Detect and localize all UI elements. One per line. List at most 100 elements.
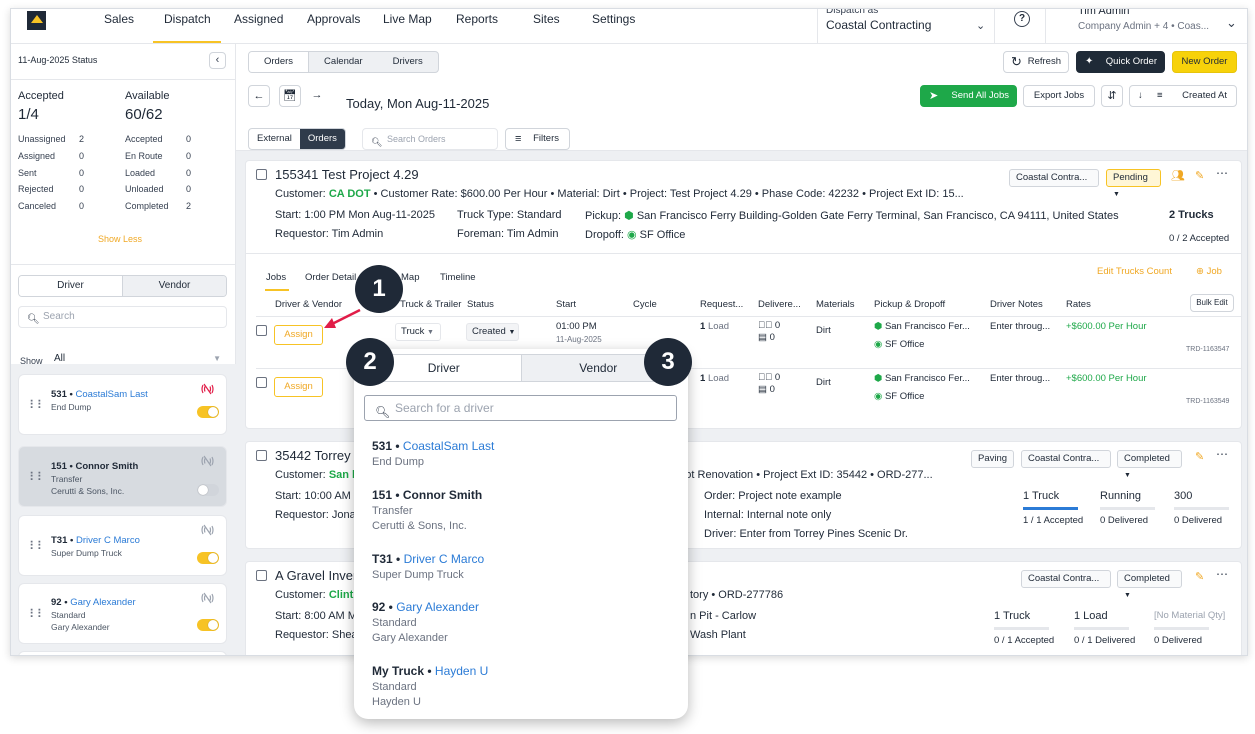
order-title[interactable]: 155341 Test Project 4.29 [275, 167, 419, 182]
tab-jobs[interactable]: Jobs [266, 272, 286, 283]
order-checkbox[interactable] [256, 450, 267, 461]
help-icon[interactable]: ? [1014, 11, 1030, 27]
driver-option[interactable]: 92 • Gary Alexander Standard Gary Alexan… [372, 600, 479, 644]
nav-approvals[interactable]: Approvals [307, 12, 360, 26]
logo-icon[interactable] [27, 11, 46, 30]
edit-trucks-count-link[interactable]: Edit Trucks Count [1097, 266, 1172, 277]
driver-option[interactable]: My Truck • Hayden U Standard Hayden U [372, 664, 488, 708]
more-options-icon[interactable]: ⋯ [1216, 567, 1229, 581]
assign-driver-button[interactable]: Assign [274, 325, 323, 345]
driver-option[interactable]: 151 • Connor Smith Transfer Cerutti & So… [372, 488, 482, 532]
order-status-dropdown[interactable]: Completed ▼ [1117, 570, 1182, 599]
pickup-address[interactable]: San Francisco Ferry Building-Golden Gate… [637, 210, 1119, 222]
assign-driver-button[interactable]: Assign [274, 377, 323, 397]
job-dropoff[interactable]: ◉ SF Office [874, 391, 924, 402]
nav-assigned[interactable]: Assigned [234, 12, 283, 26]
more-options-icon[interactable]: ⋯ [1216, 447, 1229, 461]
bulk-edit-button[interactable]: Bulk Edit [1190, 294, 1234, 312]
driver-search-input[interactable]: 🔍︎ Search [18, 306, 227, 328]
driver-card[interactable]: ⠇⠇ T31 • Driver C Marco Super Dump Truck [18, 515, 227, 576]
nav-dispatch[interactable]: Dispatch [164, 12, 211, 26]
drag-handle-icon[interactable]: ⠇⠇ [29, 607, 46, 621]
refresh-button[interactable]: ↻ Refresh [1003, 51, 1069, 73]
collapse-sidebar-button[interactable]: ‹ [209, 52, 226, 69]
order-checkbox[interactable] [256, 570, 267, 581]
divider [256, 316, 1241, 317]
sort-by-button[interactable]: ↓ ≡ Created At [1129, 85, 1237, 107]
driver-card[interactable]: ⠇⠇ 151 • Connor Smith Transfer Cerutti &… [18, 446, 227, 507]
search-orders-input[interactable]: 🔍︎ Search Orders [362, 128, 498, 150]
show-less-link[interactable]: Show Less [98, 234, 142, 244]
availability-toggle[interactable] [197, 406, 219, 418]
customer-name[interactable]: San l [329, 469, 355, 481]
availability-toggle[interactable] [197, 484, 219, 496]
nav-reports[interactable]: Reports [456, 12, 498, 26]
users-icon[interactable]: 👥︎ [1171, 169, 1185, 182]
drag-handle-icon[interactable]: ⠇⠇ [29, 539, 46, 553]
filters-button[interactable]: ≡ Filters [505, 128, 570, 150]
truck-select[interactable]: Truck ▼ [395, 323, 441, 341]
order-title[interactable]: 35442 Torrey [275, 448, 351, 463]
driver-name-link[interactable]: CoastalSam Last [75, 389, 147, 400]
edit-pencil-icon[interactable]: ✎ [1195, 169, 1204, 182]
job-dropoff-name: SF Office [884, 391, 925, 402]
tab-map[interactable]: Map [401, 272, 419, 283]
add-job-button[interactable]: ⊕ Job [1196, 266, 1222, 277]
tab-external[interactable]: External [249, 129, 300, 149]
tab-orders[interactable]: Orders [249, 52, 310, 72]
tab-calendar[interactable]: Calendar [309, 52, 378, 72]
search-driver-input[interactable]: 🔍︎ Search for a driver [364, 395, 677, 421]
nav-live-map[interactable]: Live Map [383, 12, 432, 26]
availability-toggle[interactable] [197, 552, 219, 564]
nav-sales[interactable]: Sales [104, 12, 134, 26]
tab-orders-filter[interactable]: Orders [299, 129, 345, 149]
driver-name-link[interactable]: Driver C Marco [76, 535, 140, 546]
job-pickup[interactable]: ⬢ San Francisco Fer... [874, 321, 970, 332]
job-status-select[interactable]: Created ▼ [466, 323, 519, 341]
edit-pencil-icon[interactable]: ✎ [1195, 570, 1204, 583]
customer-name[interactable]: Clint [329, 589, 353, 601]
driver-card[interactable]: ⠇⠇ 531 • CoastalSam Last End Dump [18, 374, 227, 435]
job-dropoff[interactable]: ◉ SF Office [874, 339, 924, 350]
order-checkbox[interactable] [256, 169, 267, 180]
nav-settings[interactable]: Settings [592, 12, 635, 26]
drag-handle-icon[interactable]: ⠇⠇ [29, 398, 46, 412]
order-status-dropdown[interactable]: Pending ▼ [1106, 169, 1161, 198]
tab-drivers[interactable]: Drivers [378, 52, 438, 72]
running-progress-bar [1100, 507, 1155, 510]
driver-card[interactable] [18, 651, 227, 655]
quick-order-button[interactable]: ✦ Quick Order [1076, 51, 1165, 73]
driver-card[interactable]: ⠇⠇ 92 • Gary Alexander Standard Gary Ale… [18, 583, 227, 644]
send-all-jobs-button[interactable]: ➤ Send All Jobs [920, 85, 1017, 107]
export-jobs-button[interactable]: Export Jobs [1023, 85, 1095, 107]
next-day-button[interactable]: → [306, 85, 328, 107]
sort-toggle-icon[interactable]: ⇵ [1101, 85, 1123, 107]
driver-option[interactable]: T31 • Driver C Marco Super Dump Truck [372, 552, 484, 581]
dispatch-as-selector[interactable]: Dispatch as Coastal Contracting ⌄ [817, 9, 995, 43]
order-status-dropdown[interactable]: Completed ▼ [1117, 450, 1182, 479]
tab-timeline[interactable]: Timeline [440, 272, 476, 283]
job-checkbox[interactable] [256, 377, 267, 388]
order-title[interactable]: A Gravel Inver [275, 568, 357, 583]
tab-order-detail[interactable]: Order Detail [305, 272, 356, 283]
user-menu[interactable]: Tim Admin Company Admin + 4 • Coas... ⌄ [1045, 9, 1245, 43]
order-requestor: Requestor: Jona [275, 509, 356, 521]
calendar-icon[interactable]: 📅︎ [279, 85, 301, 107]
edit-pencil-icon[interactable]: ✎ [1195, 450, 1204, 463]
driver-option[interactable]: 531 • CoastalSam Last End Dump [372, 439, 494, 468]
availability-toggle[interactable] [197, 619, 219, 631]
job-pickup[interactable]: ⬢ San Francisco Fer... [874, 373, 970, 384]
driver-name-link[interactable]: Gary Alexander [70, 597, 135, 608]
customer-name[interactable]: CA DOT [329, 188, 371, 200]
new-order-button[interactable]: New Order [1172, 51, 1237, 73]
nav-sites[interactable]: Sites [533, 12, 560, 26]
more-options-icon[interactable]: ⋯ [1216, 166, 1229, 180]
order-status-value: Pending [1113, 172, 1148, 183]
tab-driver[interactable]: Driver [19, 276, 123, 296]
job-checkbox[interactable] [256, 325, 267, 336]
drag-handle-icon[interactable]: ⠇⠇ [29, 470, 46, 484]
arrow-down-icon: ↓ [1138, 90, 1143, 101]
dropoff-address[interactable]: SF Office [640, 229, 686, 241]
previous-day-button[interactable]: ← [248, 85, 270, 107]
tab-vendor[interactable]: Vendor [123, 276, 226, 296]
